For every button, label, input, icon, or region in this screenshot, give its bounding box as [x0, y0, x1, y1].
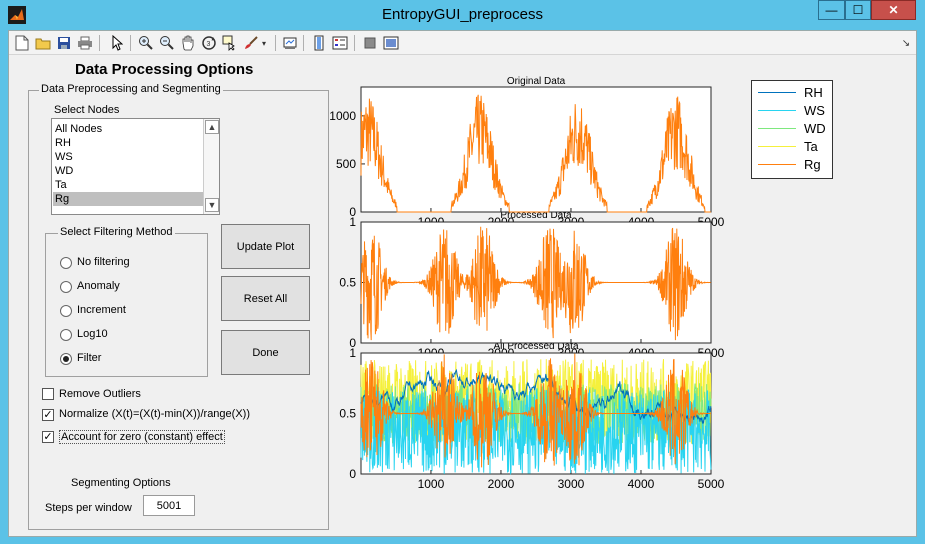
legend-line-rh	[758, 92, 796, 93]
y-tick-label: 0.5	[339, 276, 356, 290]
window-frame: EntropyGUI_preprocess — ☐ ✕ 3 ▾ ↘ Data P…	[0, 0, 925, 544]
plot-axes-0	[360, 86, 712, 213]
title-bar[interactable]: EntropyGUI_preprocess — ☐ ✕	[0, 0, 925, 30]
toolbar-separator	[130, 35, 131, 51]
toolbar-separator	[303, 35, 304, 51]
legend-line-rg	[758, 164, 796, 165]
zoom-in-icon[interactable]	[137, 34, 155, 52]
figure-toolbar: 3 ▾ ↘	[9, 31, 916, 55]
x-tick-label: 2000	[488, 477, 515, 491]
legend-text-wd: WD	[804, 121, 826, 136]
pointer-icon[interactable]	[108, 34, 126, 52]
link-icon[interactable]	[281, 34, 299, 52]
maximize-button[interactable]: ☐	[845, 0, 871, 20]
toolbar-separator	[354, 35, 355, 51]
toolbar-separator	[275, 35, 276, 51]
figure-canvas: Data Processing Options Data Preprocessi…	[9, 57, 916, 537]
y-tick-label: 1	[349, 215, 356, 229]
toolbar-overflow-icon[interactable]: ↘	[897, 34, 915, 52]
legend-text-rg: Rg	[804, 157, 821, 172]
x-tick-label: 5000	[698, 477, 725, 491]
legend-icon[interactable]	[331, 34, 349, 52]
data-cursor-icon[interactable]	[221, 34, 239, 52]
legend-line-wd	[758, 128, 796, 129]
legend-text-ta: Ta	[804, 139, 818, 154]
legend-item-ws: WS	[758, 102, 832, 120]
legend-item-ta: Ta	[758, 138, 832, 156]
open-folder-icon[interactable]	[34, 34, 52, 52]
figure-client-area: 3 ▾ ↘ Data Processing Options Data Prepr…	[8, 30, 917, 537]
rotate-3d-icon[interactable]: 3	[200, 34, 218, 52]
new-file-icon[interactable]	[13, 34, 31, 52]
toolbar-separator	[99, 35, 100, 51]
show-plot-tools-icon[interactable]	[382, 34, 400, 52]
legend-item-wd: WD	[758, 120, 832, 138]
minimize-button[interactable]: —	[818, 0, 845, 20]
legend-text-ws: WS	[804, 103, 825, 118]
legend-line-ws	[758, 110, 796, 111]
pan-hand-icon[interactable]	[179, 34, 197, 52]
legend-item-rh: RH	[758, 84, 832, 102]
hide-plot-tools-icon[interactable]	[361, 34, 379, 52]
x-tick-label: 4000	[628, 477, 655, 491]
colorbar-icon[interactable]	[310, 34, 328, 52]
y-tick-label: 1	[349, 346, 356, 360]
y-tick-label: 0.5	[339, 407, 356, 421]
legend-line-ta	[758, 146, 796, 147]
zoom-out-icon[interactable]	[158, 34, 176, 52]
close-button[interactable]: ✕	[871, 0, 916, 20]
x-tick-label: 1000	[418, 477, 445, 491]
print-icon[interactable]	[76, 34, 94, 52]
y-tick-label: 0	[349, 467, 356, 481]
legend-text-rh: RH	[804, 85, 823, 100]
legend-item-rg: Rg	[758, 156, 832, 174]
y-tick-label: 1000	[329, 109, 356, 123]
x-tick-label: 3000	[558, 477, 585, 491]
window-title: EntropyGUI_preprocess	[382, 6, 543, 23]
save-icon[interactable]	[55, 34, 73, 52]
brush-icon[interactable]	[242, 34, 260, 52]
y-tick-label: 500	[336, 157, 356, 171]
svg-text:3: 3	[207, 41, 211, 48]
legend: RH WS WD Ta Rg	[751, 80, 833, 179]
brush-dropdown-icon[interactable]: ▾	[259, 34, 269, 52]
